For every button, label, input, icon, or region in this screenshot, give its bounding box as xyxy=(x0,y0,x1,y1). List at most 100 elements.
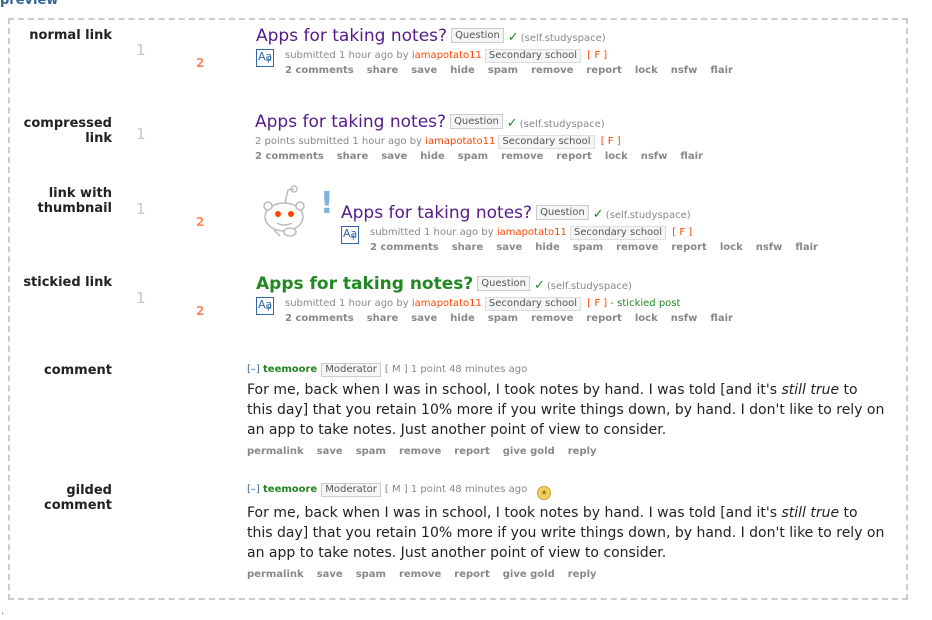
remove-button[interactable]: remove xyxy=(531,65,573,76)
permalink-button[interactable]: permalink xyxy=(247,569,304,580)
post-title[interactable]: Apps for taking notes? xyxy=(256,26,447,46)
share-button[interactable]: share xyxy=(452,242,484,253)
author-link[interactable]: iamapotato11 xyxy=(412,298,482,309)
vote-score: 2 xyxy=(196,304,205,318)
save-button[interactable]: save xyxy=(317,446,343,457)
post-title[interactable]: Apps for taking notes? xyxy=(256,274,473,294)
link-flair: Question xyxy=(451,28,504,43)
lock-button[interactable]: lock xyxy=(720,242,743,253)
report-button[interactable]: report xyxy=(556,151,591,162)
row-label: gilded comment xyxy=(43,483,112,513)
remove-button[interactable]: remove xyxy=(399,446,441,457)
lock-button[interactable]: lock xyxy=(635,65,658,76)
comment-tagline: [–] teemoore Moderator[ M ] 1 point 48 mi… xyxy=(247,363,887,377)
author-link[interactable]: iamapotato11 xyxy=(425,136,495,147)
row-label: stickied link xyxy=(23,275,112,290)
link-thing: Apps for taking notes? Question ✓ (self.stu… xyxy=(256,26,746,79)
comment-thing: [–] teemoore Moderator[ M ] 1 point 48 mi… xyxy=(247,483,887,583)
collapse-toggle[interactable]: [–] xyxy=(247,484,260,495)
post-title[interactable]: Apps for taking notes? xyxy=(341,203,532,223)
spam-button[interactable]: spam xyxy=(488,65,518,76)
reply-button[interactable]: reply xyxy=(568,569,597,580)
spam-button[interactable]: spam xyxy=(356,446,386,457)
domain[interactable]: (self.studyspace) xyxy=(521,33,606,44)
comment-body: For me, back when I was in school, I too… xyxy=(247,505,885,561)
hide-button[interactable]: hide xyxy=(450,65,475,76)
comments-button[interactable]: 2 comments xyxy=(255,151,324,162)
link-buttons: 2 comments share save hide spam remove report l… xyxy=(285,311,746,327)
author-link[interactable]: iamapotato11 xyxy=(412,50,482,61)
link-thing: Apps for taking notes? Question ✓ (self.stu… xyxy=(256,274,746,327)
comment-score: 1 point 48 minutes ago xyxy=(410,364,528,375)
save-button[interactable]: save xyxy=(496,242,522,253)
link-buttons: 2 comments share save hide spam remove report l… xyxy=(285,63,746,79)
flair-button[interactable]: flair xyxy=(710,313,733,324)
nsfw-button[interactable]: nsfw xyxy=(641,151,668,162)
row-label: comment xyxy=(43,363,112,378)
share-button[interactable]: share xyxy=(367,313,399,324)
tagline: submitted 1 hour ago by iamapotato11 Seco… xyxy=(370,226,693,240)
user-flair: Secondary school xyxy=(484,49,582,63)
comments-button[interactable]: 2 comments xyxy=(285,65,354,76)
hide-button[interactable]: hide xyxy=(420,151,445,162)
give-gold-button[interactable]: give gold xyxy=(503,446,555,457)
flair-button[interactable]: flair xyxy=(710,65,733,76)
remove-button[interactable]: remove xyxy=(399,569,441,580)
comments-button[interactable]: 2 comments xyxy=(370,242,439,253)
domain[interactable]: (self.studyspace) xyxy=(606,210,691,221)
share-button[interactable]: share xyxy=(337,151,369,162)
hide-button[interactable]: hide xyxy=(450,313,475,324)
approved-check-icon: ✓ xyxy=(506,116,518,131)
lock-button[interactable]: lock xyxy=(635,313,658,324)
nsfw-button[interactable]: nsfw xyxy=(756,242,783,253)
m-box: [ M ] xyxy=(384,484,408,495)
domain[interactable]: (self.studyspace) xyxy=(547,281,632,292)
comment-thing: [–] teemoore Moderator[ M ] 1 point 48 mi… xyxy=(247,363,887,460)
nsfw-button[interactable]: nsfw xyxy=(671,65,698,76)
collapse-toggle[interactable]: [–] xyxy=(247,364,260,375)
domain[interactable]: (self.studyspace) xyxy=(520,119,605,130)
comment-author[interactable]: teemoore xyxy=(263,364,317,375)
nsfw-button[interactable]: nsfw xyxy=(671,313,698,324)
row-label: link with thumbnail xyxy=(37,186,112,216)
row-label: compressed link xyxy=(23,116,112,146)
spam-button[interactable]: spam xyxy=(488,313,518,324)
bottom-dot: . xyxy=(1,606,5,617)
moderator-badge: Moderator xyxy=(321,363,381,377)
reddit-alien-thumbnail-icon[interactable] xyxy=(260,184,322,238)
spam-button[interactable]: spam xyxy=(573,242,603,253)
approved-check-icon: ✓ xyxy=(533,278,545,293)
report-button[interactable]: report xyxy=(454,569,489,580)
save-button[interactable]: save xyxy=(381,151,407,162)
comments-button[interactable]: 2 comments xyxy=(285,313,354,324)
remove-button[interactable]: remove xyxy=(501,151,543,162)
flair-button[interactable]: flair xyxy=(795,242,818,253)
f-box: [ F ] xyxy=(587,298,608,309)
report-button[interactable]: report xyxy=(454,446,489,457)
spam-button[interactable]: spam xyxy=(458,151,488,162)
text-post-icon: Aa + xyxy=(256,297,274,315)
link-buttons: 2 comments share save hide spam remove report l… xyxy=(370,240,932,256)
comment-author[interactable]: teemoore xyxy=(263,484,317,495)
vote-count: 1 xyxy=(136,41,146,59)
hide-button[interactable]: hide xyxy=(535,242,560,253)
vote-count: 1 xyxy=(136,200,146,218)
reply-button[interactable]: reply xyxy=(568,446,597,457)
lock-button[interactable]: lock xyxy=(605,151,628,162)
report-button[interactable]: report xyxy=(586,313,621,324)
share-button[interactable]: share xyxy=(367,65,399,76)
author-link[interactable]: iamapotato11 xyxy=(497,227,567,238)
report-button[interactable]: report xyxy=(671,242,706,253)
save-button[interactable]: save xyxy=(411,313,437,324)
save-button[interactable]: save xyxy=(317,569,343,580)
report-button[interactable]: report xyxy=(586,65,621,76)
comment-tagline: [–] teemoore Moderator[ M ] 1 point 48 mi… xyxy=(247,483,887,500)
remove-button[interactable]: remove xyxy=(616,242,658,253)
flair-button[interactable]: flair xyxy=(680,151,703,162)
spam-button[interactable]: spam xyxy=(356,569,386,580)
permalink-button[interactable]: permalink xyxy=(247,446,304,457)
give-gold-button[interactable]: give gold xyxy=(503,569,555,580)
save-button[interactable]: save xyxy=(411,65,437,76)
post-title[interactable]: Apps for taking notes? xyxy=(255,112,446,132)
remove-button[interactable]: remove xyxy=(531,313,573,324)
